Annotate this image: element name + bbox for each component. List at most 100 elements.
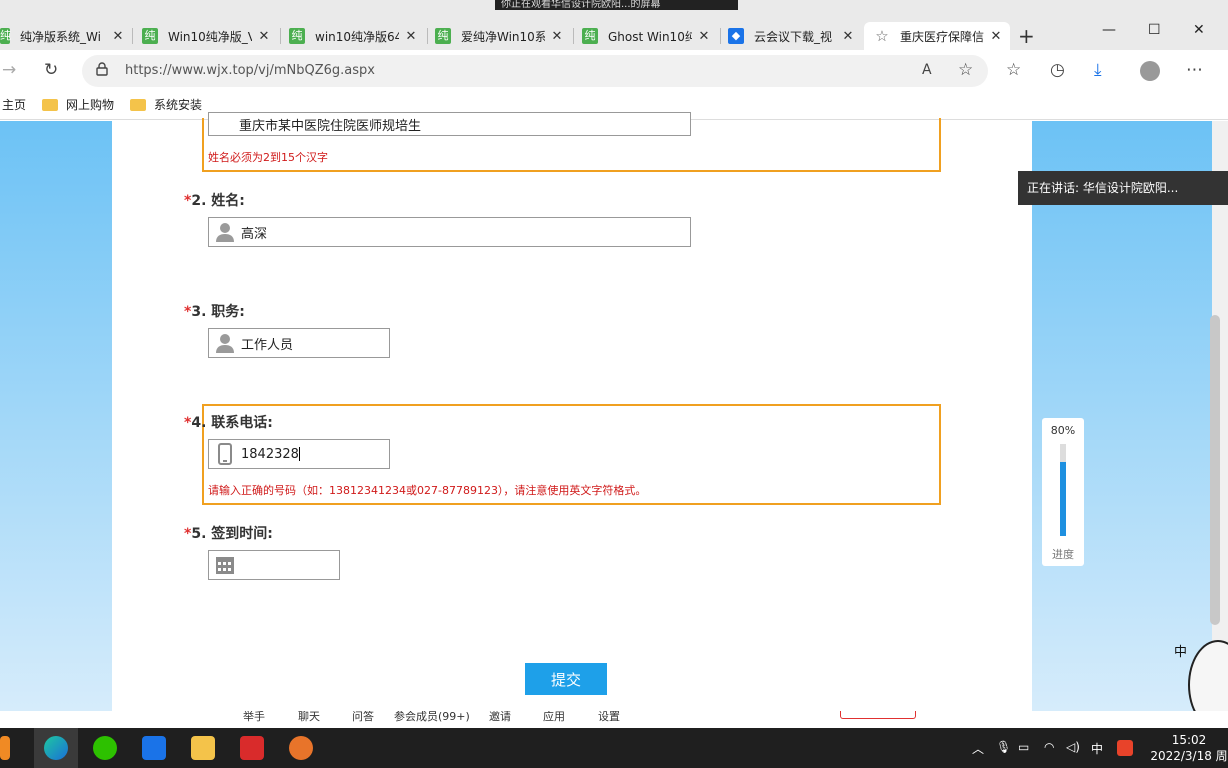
tab-6[interactable]: ◆ 云会议下载_视 ✕ xyxy=(728,22,862,50)
apps-button[interactable]: 应用 xyxy=(543,711,565,724)
tab-separator xyxy=(132,28,133,44)
tab-label: 云会议下载_视 xyxy=(754,29,833,44)
tab-favicon-icon: 纯 xyxy=(435,28,451,44)
lock-icon[interactable] xyxy=(96,62,108,76)
speaking-indicator: 正在讲话: 华信设计院欧阳... xyxy=(1018,171,1228,205)
tab-favicon-icon: 纯 xyxy=(289,28,305,44)
phone-input[interactable]: 1842328 xyxy=(208,439,390,469)
app-icon[interactable] xyxy=(0,736,10,760)
close-tab-icon[interactable]: ✕ xyxy=(403,29,419,44)
invite-button[interactable]: 邀请 xyxy=(489,711,511,724)
participants-button[interactable]: 参会成员(99+) xyxy=(394,711,470,724)
app-icon[interactable] xyxy=(289,736,313,760)
bookmark-label: 网上购物 xyxy=(66,98,115,112)
edge-icon[interactable] xyxy=(44,736,68,760)
folder-icon xyxy=(130,98,146,111)
close-tab-icon[interactable]: ✕ xyxy=(988,29,1004,44)
phone-value: 1842328 xyxy=(241,446,299,462)
volume-icon[interactable]: ◁) xyxy=(1066,740,1080,754)
tab-separator xyxy=(720,28,721,44)
url-text[interactable]: https://www.wjx.top/vj/mNbQZ6g.aspx xyxy=(125,63,375,78)
phone-icon xyxy=(218,443,232,465)
screen: 你正在观看华信设计院欧阳...的屏幕 纯 纯净版系统_Wi ✕ 纯 Win10纯… xyxy=(0,0,1228,768)
close-tab-icon[interactable]: ✕ xyxy=(256,29,272,44)
forward-icon[interactable]: → xyxy=(2,60,16,80)
position-input[interactable]: 工作人员 xyxy=(208,328,390,358)
tab-1[interactable]: 纯 纯净版系统_Wi ✕ xyxy=(0,22,132,50)
folder-icon xyxy=(42,98,58,111)
tab-separator xyxy=(427,28,428,44)
meeting-toolbar: 举手 聊天 问答 参会成员(99+) 邀请 应用 设置 xyxy=(0,711,1228,728)
more-menu-icon[interactable]: ⋯ xyxy=(1186,60,1203,80)
leave-meeting-button[interactable] xyxy=(840,711,916,719)
tab-separator xyxy=(573,28,574,44)
tab-label: Ghost Win10纯 xyxy=(608,29,692,44)
wifi-icon[interactable]: ◠ xyxy=(1044,740,1054,754)
add-favorite-icon[interactable]: ☆ xyxy=(958,60,973,80)
q5-label: *5. 签到时间: xyxy=(184,526,273,542)
minimize-button[interactable]: — xyxy=(1102,22,1116,38)
file-explorer-icon[interactable] xyxy=(191,736,215,760)
chevron-up-icon[interactable]: ︿ xyxy=(972,740,984,757)
qa-button[interactable]: 问答 xyxy=(352,711,374,724)
name-value: 高深 xyxy=(241,226,268,242)
scrollbar-thumb[interactable] xyxy=(1210,315,1220,625)
favorites-icon[interactable]: ☆ xyxy=(1006,60,1021,80)
name-input[interactable]: 高深 xyxy=(208,217,691,247)
wechat-icon[interactable] xyxy=(93,736,117,760)
cloud-meeting-icon: ◆ xyxy=(728,28,744,44)
downloads-icon[interactable]: ⤓ xyxy=(1094,60,1102,80)
close-tab-icon[interactable]: ✕ xyxy=(110,29,126,44)
tab-3[interactable]: 纯 win10纯净版64 ✕ xyxy=(289,22,425,50)
progress-label: 进度 xyxy=(1052,548,1074,561)
q4-label: *4. 联系电话: xyxy=(184,415,273,431)
sogou-icon[interactable] xyxy=(1117,740,1133,756)
tab-label: 纯净版系统_Wi xyxy=(20,29,101,44)
tab-7-active[interactable]: ☆ 重庆医疗保障信 ✕ xyxy=(864,22,1010,50)
tab-5[interactable]: 纯 Ghost Win10纯 ✕ xyxy=(582,22,718,50)
microphone-icon[interactable]: 🎙 xyxy=(996,740,1011,754)
chat-button[interactable]: 聊天 xyxy=(298,711,320,724)
bookmark-home[interactable]: 主页 xyxy=(2,96,26,113)
raise-hand-button[interactable]: 举手 xyxy=(243,711,265,724)
clock[interactable]: 15:02 2022/3/18 周 xyxy=(1150,732,1228,764)
tab-label: Win10纯净版_V xyxy=(168,29,252,44)
ime-indicator[interactable]: 中 xyxy=(1091,740,1103,757)
close-tab-icon[interactable]: ✕ xyxy=(549,29,565,44)
submit-button[interactable]: 提交 xyxy=(525,663,607,695)
bookmark-label: 主页 xyxy=(2,98,27,112)
tab-favicon-icon: 纯 xyxy=(582,28,598,44)
person-icon xyxy=(216,223,234,242)
tab-favicon-icon: 纯 xyxy=(142,28,158,44)
refresh-icon[interactable]: ↻ xyxy=(44,60,58,80)
calendar-icon xyxy=(216,557,234,574)
q1-value: 重庆市某中医院住院医师规培生 xyxy=(239,119,422,134)
bookmark-label: 系统安装 xyxy=(154,98,203,112)
tencent-meeting-icon[interactable] xyxy=(142,736,166,760)
tab-2[interactable]: 纯 Win10纯净版_V ✕ xyxy=(142,22,278,50)
tab-favicon-icon: 纯 xyxy=(0,28,11,44)
history-icon[interactable]: ◷ xyxy=(1050,60,1065,80)
maximize-button[interactable]: ☐ xyxy=(1148,22,1161,38)
screen-share-banner: 你正在观看华信设计院欧阳...的屏幕 xyxy=(495,0,738,10)
tab-4[interactable]: 纯 爱纯净Win10系 ✕ xyxy=(435,22,571,50)
read-aloud-icon[interactable]: A xyxy=(922,62,932,78)
close-window-button[interactable]: ✕ xyxy=(1193,22,1205,38)
bookmark-system-install[interactable]: 系统安装 xyxy=(130,96,202,113)
bookmark-shopping[interactable]: 网上购物 xyxy=(42,96,114,113)
new-tab-button[interactable]: + xyxy=(1018,24,1035,48)
close-tab-icon[interactable]: ✕ xyxy=(840,29,856,44)
profile-avatar[interactable] xyxy=(1140,61,1160,81)
checkin-time-input[interactable] xyxy=(208,550,340,580)
close-tab-icon[interactable]: ✕ xyxy=(696,29,712,44)
progress-percent: 80% xyxy=(1050,424,1076,437)
battery-icon[interactable]: ▭ xyxy=(1018,740,1029,754)
tab-label: 重庆医疗保障信 xyxy=(900,29,984,44)
wps-icon[interactable] xyxy=(240,736,264,760)
tab-label: win10纯净版64 xyxy=(315,29,399,44)
q2-label: *2. 姓名: xyxy=(184,193,245,209)
settings-button[interactable]: 设置 xyxy=(598,711,620,724)
progress-widget: 80% 进度 xyxy=(1042,418,1084,566)
clock-time: 15:02 xyxy=(1171,733,1207,747)
q1-input[interactable]: 重庆市某中医院住院医师规培生 xyxy=(208,112,691,136)
